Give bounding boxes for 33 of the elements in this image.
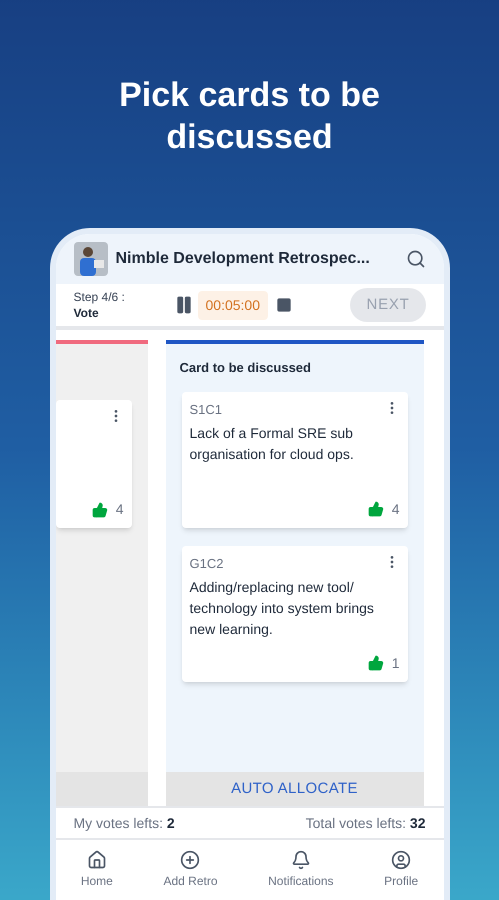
bell-icon: [290, 850, 311, 870]
nav-item[interactable]: Add Retro: [163, 850, 218, 890]
thumbs-up-icon[interactable]: [92, 502, 108, 518]
nav-item[interactable]: Profile: [384, 850, 418, 890]
thumbs-up-icon[interactable]: [368, 655, 384, 671]
card[interactable]: S1C1 Lack of a Formal SRE sub organisation for cloud ops. 4: [182, 392, 408, 528]
auto-allocate-button[interactable]: AUTO ALLOCATE: [166, 772, 424, 806]
card-text: Adding/replacing new tool/ technology into system brings new learning.: [190, 578, 375, 639]
headline: Pick cards to be discussed: [118, 75, 381, 158]
vote-count: 4: [392, 500, 400, 518]
vote-count: 4: [116, 500, 124, 519]
card-text: Lack of a Formal SRE sub organisation for cloud ops.: [190, 424, 355, 464]
card[interactable]: G1C2 Adding/replacing new tool/ technology into system brings new learning. 1: [182, 546, 408, 682]
nav-item[interactable]: Notifications: [268, 850, 334, 890]
profile-icon: [391, 850, 412, 870]
app-bar-title: Nimble Development Retrospec...: [116, 249, 370, 269]
card[interactable]: 4: [56, 400, 132, 528]
column-title: Card to be discussed: [180, 359, 312, 377]
timer: 00:05:00: [198, 290, 268, 320]
step-name: Vote: [74, 305, 100, 321]
step-label: Step 4/6 :: [74, 289, 126, 305]
vote-count: 1: [392, 654, 400, 672]
total-votes: Total votes lefts: 32: [306, 814, 426, 832]
card-code: S1C1: [190, 400, 222, 418]
search-icon[interactable]: [406, 249, 426, 269]
stop-icon[interactable]: [276, 297, 292, 313]
nav-item[interactable]: Home: [80, 850, 113, 890]
my-votes: My votes lefts: 2: [74, 814, 175, 833]
add-icon: [180, 850, 200, 870]
home-icon: [86, 850, 107, 870]
card-code: G1C2: [190, 554, 224, 572]
avatar: [74, 242, 108, 276]
thumbs-up-icon[interactable]: [368, 501, 384, 517]
